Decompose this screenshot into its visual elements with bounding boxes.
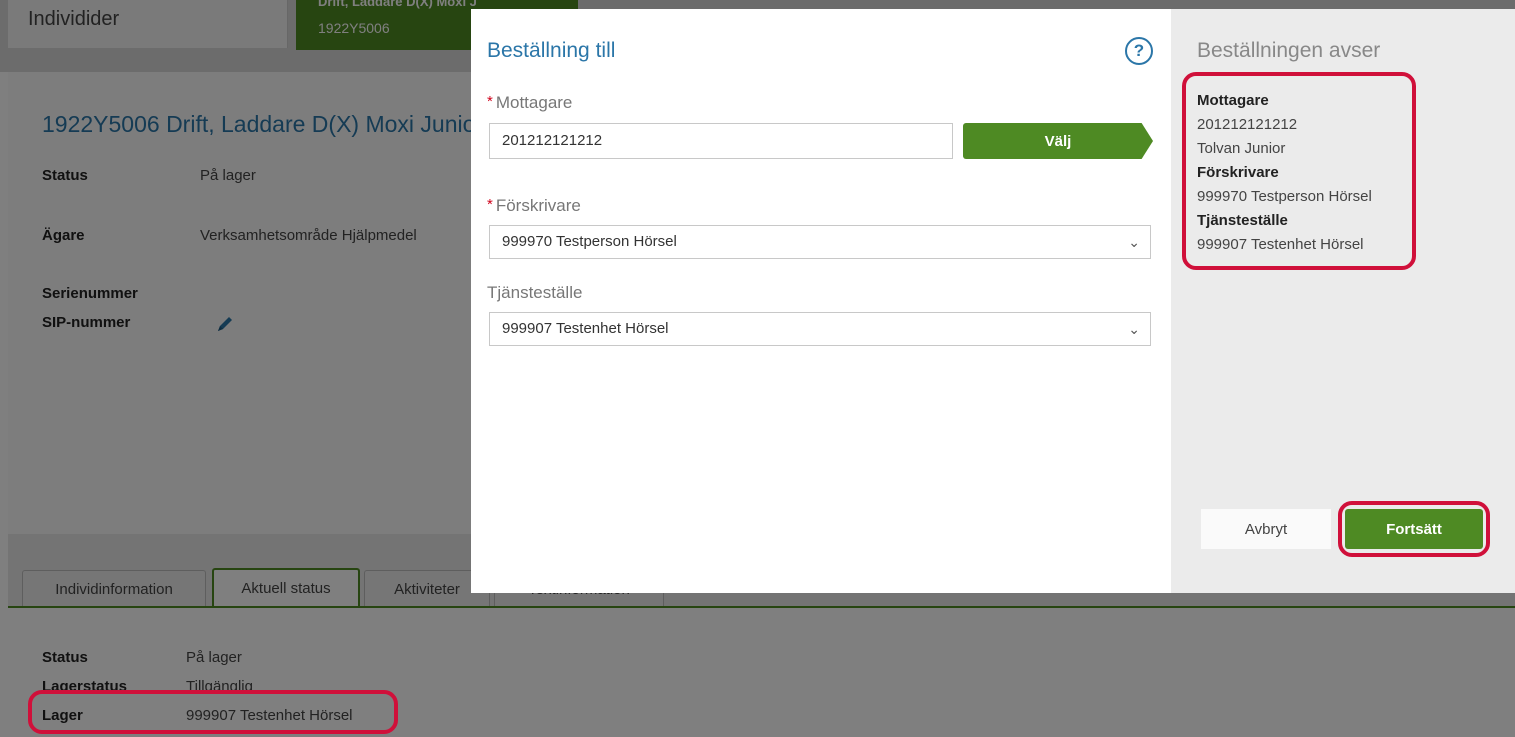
summary-service-point-value: 999907 Testenhet Hörsel — [1197, 236, 1364, 253]
prescriber-selected-value: 999970 Testperson Hörsel — [502, 233, 677, 250]
order-dialog: Beställning till ? * Mottagare 2012121212… — [471, 9, 1515, 593]
required-marker: * — [487, 93, 493, 110]
order-form: Beställning till ? * Mottagare 2012121212… — [471, 9, 1171, 593]
help-icon[interactable]: ? — [1125, 37, 1153, 65]
prescriber-select[interactable]: 999970 Testperson Hörsel ⌄ — [489, 225, 1151, 259]
summary-service-point-heading: Tjänsteställe — [1197, 212, 1288, 229]
chevron-down-icon: ⌄ — [1128, 321, 1140, 337]
continue-button[interactable]: Fortsätt — [1345, 509, 1483, 549]
recipient-label-text: Mottagare — [495, 93, 573, 112]
service-point-label: Tjänsteställe — [487, 283, 583, 302]
recipient-input[interactable]: 201212121212 — [489, 123, 953, 159]
summary-recipient-heading: Mottagare — [1197, 92, 1269, 109]
summary-recipient-id: 201212121212 — [1197, 116, 1298, 133]
prescriber-label-text: Förskrivare — [495, 196, 581, 215]
summary-prescriber-heading: Förskrivare — [1197, 164, 1279, 181]
order-summary-panel: Beställningen avser Mottagare 2012121212… — [1171, 9, 1515, 593]
dialog-title: Beställning till — [487, 39, 616, 62]
choose-recipient-button[interactable]: Välj — [963, 123, 1153, 159]
required-marker: * — [487, 196, 493, 213]
recipient-field-label: * Mottagare — [487, 93, 572, 113]
summary-recipient-name: Tolvan Junior — [1197, 140, 1286, 157]
summary-title: Beställningen avser — [1197, 39, 1381, 62]
service-point-select[interactable]: 999907 Testenhet Hörsel ⌄ — [489, 312, 1151, 346]
cancel-button[interactable]: Avbryt — [1201, 509, 1331, 549]
prescriber-field-label: * Förskrivare — [487, 196, 581, 216]
summary-prescriber-value: 999970 Testperson Hörsel — [1197, 188, 1372, 205]
summary-details: Mottagare 201212121212 Tolvan Junior För… — [1197, 91, 1497, 259]
chevron-down-icon: ⌄ — [1128, 234, 1140, 250]
service-point-selected-value: 999907 Testenhet Hörsel — [502, 320, 669, 337]
